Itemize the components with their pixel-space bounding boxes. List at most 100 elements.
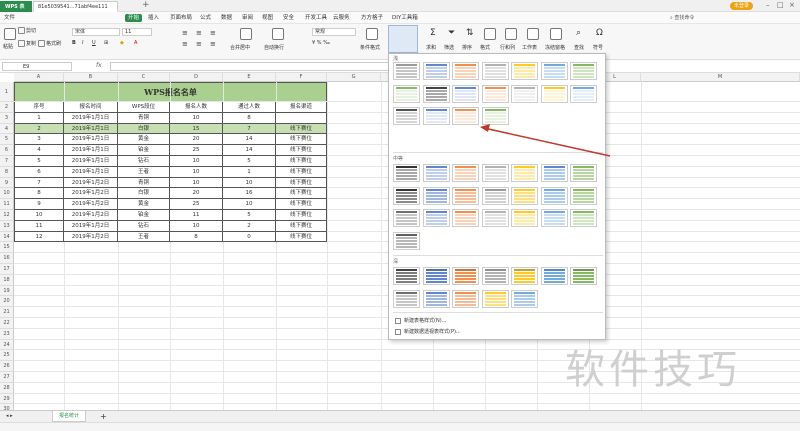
row-header[interactable]: 5 xyxy=(0,134,14,146)
menu-tab[interactable]: 数据 xyxy=(221,14,232,22)
table-cell[interactable]: 1 xyxy=(14,112,64,124)
align-top-icon[interactable]: ≡ xyxy=(182,29,188,37)
table-header-cell[interactable]: 序号 xyxy=(14,102,64,113)
table-cell[interactable]: 2019年1月2日 xyxy=(64,188,118,200)
table-style-swatch[interactable] xyxy=(540,84,568,103)
table-cell[interactable]: 线下赛位 xyxy=(276,210,327,221)
table-cell[interactable]: 铂金 xyxy=(118,145,170,156)
row-header[interactable]: 27 xyxy=(0,372,14,383)
table-cell[interactable]: 线下赛位 xyxy=(276,199,327,210)
table-style-swatch[interactable] xyxy=(511,267,538,285)
table-cell[interactable]: 10 xyxy=(170,220,223,232)
login-button[interactable]: 未登录 xyxy=(730,2,754,10)
column-header[interactable]: B xyxy=(64,73,118,82)
table-cell[interactable]: 12 xyxy=(14,231,64,243)
table-style-swatch[interactable] xyxy=(422,209,450,227)
cut-button[interactable]: 剪切 xyxy=(18,27,36,34)
table-cell[interactable]: 16 xyxy=(223,188,276,200)
align-bottom-icon[interactable]: ≡ xyxy=(210,29,216,37)
sheet-nav-icon[interactable]: ◂ ▸ xyxy=(6,413,13,419)
table-header-cell[interactable]: 通过人数 xyxy=(223,102,276,113)
table-cell[interactable]: 8 xyxy=(14,188,64,200)
row-header[interactable]: 24 xyxy=(0,339,14,351)
table-cell[interactable]: 2019年1月2日 xyxy=(64,210,118,221)
symbol-icon[interactable]: Ω xyxy=(596,28,603,38)
table-style-swatch[interactable] xyxy=(570,164,597,182)
table-style-swatch[interactable] xyxy=(393,231,420,250)
menu-tab[interactable]: 方方格子 xyxy=(361,14,383,22)
column-header[interactable]: E xyxy=(223,73,276,82)
table-cell[interactable]: 2019年1月2日 xyxy=(64,177,118,189)
font-size-select[interactable]: 11 xyxy=(122,28,152,36)
freeze-button[interactable]: 冻结窗格 xyxy=(545,44,565,51)
column-header[interactable]: C xyxy=(118,73,170,82)
menu-tab[interactable]: 安全 xyxy=(283,14,294,22)
table-cell[interactable]: 王者 xyxy=(118,166,170,178)
table-cell[interactable]: 6 xyxy=(14,166,64,178)
table-style-swatch[interactable] xyxy=(511,164,538,182)
table-cell[interactable]: 15 xyxy=(170,123,223,135)
table-style-swatch[interactable] xyxy=(422,267,450,285)
row-header[interactable]: 26 xyxy=(0,361,14,372)
row-header[interactable]: 19 xyxy=(0,285,14,297)
table-cell[interactable]: 20 xyxy=(170,134,223,146)
file-tab[interactable]: 81e5039541...71abf4ee111 xyxy=(33,1,118,12)
table-style-swatch[interactable] xyxy=(570,267,597,285)
table-style-swatch[interactable] xyxy=(452,164,479,182)
table-cell[interactable]: 25 xyxy=(170,145,223,156)
table-cell[interactable]: 8 xyxy=(223,112,276,124)
wrap-text-button[interactable]: 自动换行 xyxy=(264,44,284,51)
italic-button[interactable]: I xyxy=(82,40,83,46)
copy-button[interactable]: 复制 xyxy=(18,40,36,47)
table-header-cell[interactable]: 报名时间 xyxy=(64,102,118,113)
table-style-swatch[interactable] xyxy=(393,107,420,125)
menu-tab[interactable]: DIY工具箱 xyxy=(392,14,418,22)
menu-tab[interactable]: 插入 xyxy=(148,14,159,22)
find-button[interactable]: 查找 xyxy=(574,44,584,51)
table-style-swatch[interactable] xyxy=(452,289,479,308)
paste-label[interactable]: 粘贴 xyxy=(3,43,13,50)
table-cell[interactable]: 线下赛位 xyxy=(276,123,327,135)
paste-icon[interactable] xyxy=(4,28,16,40)
fx-icon[interactable]: fx xyxy=(96,62,102,69)
table-cell[interactable]: 钻石 xyxy=(118,220,170,232)
table-cell[interactable]: 5 xyxy=(14,156,64,167)
table-cell[interactable]: 2019年1月1日 xyxy=(64,145,118,156)
menu-tab[interactable]: 云服务 xyxy=(333,14,350,22)
table-cell[interactable]: 2019年1月2日 xyxy=(64,231,118,243)
sum-button[interactable]: 求和 xyxy=(426,44,436,51)
table-cell[interactable]: 0 xyxy=(223,231,276,243)
table-style-swatch[interactable] xyxy=(540,186,568,205)
table-cell[interactable]: 3 xyxy=(14,134,64,146)
row-header[interactable]: 8 xyxy=(0,166,14,178)
freeze-icon[interactable] xyxy=(550,28,562,40)
add-sheet-icon[interactable]: + xyxy=(100,412,107,421)
worksheet-icon[interactable] xyxy=(527,28,539,40)
align-left-icon[interactable]: ≡ xyxy=(182,40,188,48)
table-cell[interactable]: 2019年1月1日 xyxy=(64,166,118,178)
table-style-swatch[interactable] xyxy=(511,289,538,308)
row-header[interactable]: 23 xyxy=(0,328,14,340)
column-header[interactable]: G xyxy=(327,73,381,82)
conditional-format-icon[interactable] xyxy=(366,28,378,40)
table-cell[interactable]: 2 xyxy=(223,220,276,232)
align-middle-icon[interactable]: ≡ xyxy=(196,29,202,37)
table-style-swatch[interactable] xyxy=(393,267,420,285)
currency-icon[interactable]: ¥ % ‰ xyxy=(312,40,330,46)
new-pivot-style-item[interactable]: 新建数据透视表样式(P)... xyxy=(395,328,461,335)
table-cell[interactable]: 5 xyxy=(223,210,276,221)
table-style-swatch[interactable] xyxy=(570,186,597,205)
table-cell[interactable]: 25 xyxy=(170,199,223,210)
table-style-swatch[interactable] xyxy=(481,84,509,103)
table-cell[interactable]: 黄金 xyxy=(118,199,170,210)
row-header[interactable]: 14 xyxy=(0,231,14,243)
bold-button[interactable]: B xyxy=(72,40,76,46)
table-cell[interactable]: 钻石 xyxy=(118,156,170,167)
row-header[interactable]: 9 xyxy=(0,177,14,189)
filter-icon[interactable]: ⏷ xyxy=(448,28,455,38)
table-cell[interactable]: 14 xyxy=(223,145,276,156)
table-cell[interactable]: 5 xyxy=(223,156,276,167)
sheet-tab[interactable]: 报名统计 xyxy=(52,411,87,422)
align-right-icon[interactable]: ≡ xyxy=(210,40,216,48)
sort-icon[interactable]: ⇅ xyxy=(466,28,474,38)
